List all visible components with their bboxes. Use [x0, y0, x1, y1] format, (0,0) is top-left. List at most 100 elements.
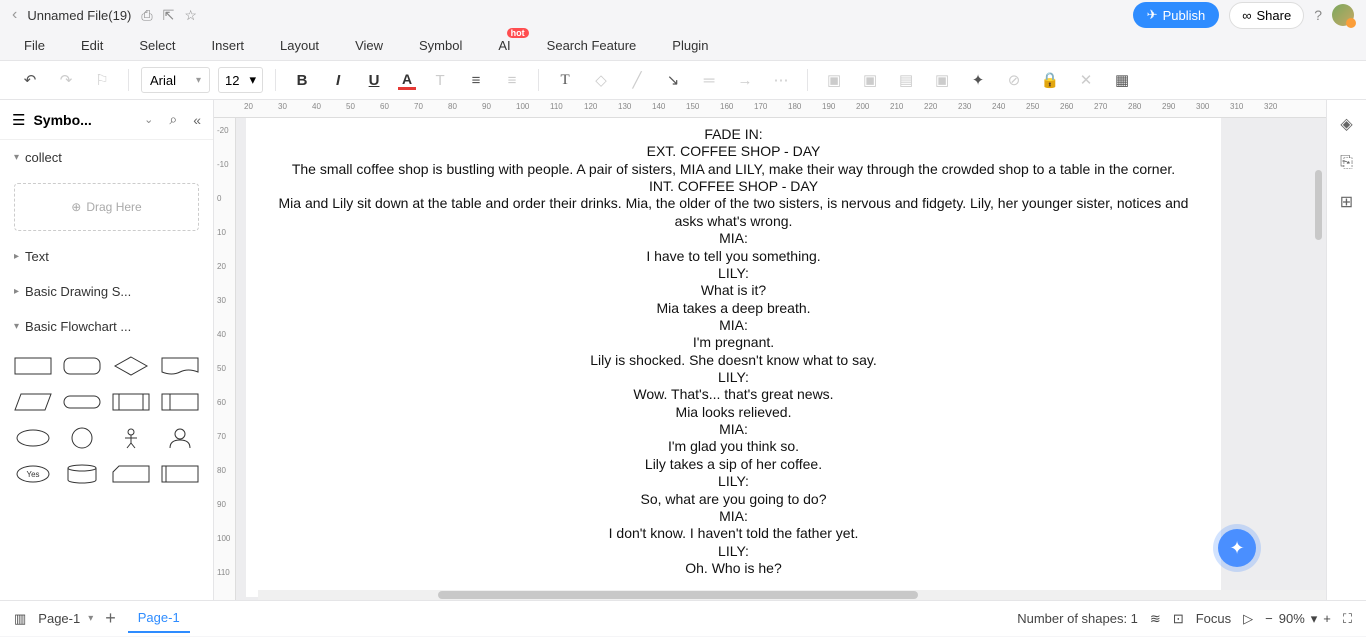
grid-panel-icon[interactable]: ⊞: [1340, 192, 1353, 212]
shape-diamond[interactable]: [111, 352, 152, 380]
plus-icon: ⊕: [71, 200, 81, 214]
ai-assistant-button[interactable]: ✦: [1218, 529, 1256, 567]
sidebar-section-collect[interactable]: ▾collect: [0, 140, 213, 175]
shape-rect[interactable]: [12, 352, 53, 380]
underline-button[interactable]: U: [360, 66, 388, 94]
lock-off-button[interactable]: ⊘: [1000, 66, 1028, 94]
shape-circle[interactable]: [61, 424, 102, 452]
style-panel-icon[interactable]: ◈: [1340, 114, 1352, 134]
doc-line: Mia looks relieved.: [276, 404, 1191, 421]
star-icon[interactable]: ☆: [184, 7, 197, 24]
line-color-button[interactable]: ╱: [623, 66, 651, 94]
align-button[interactable]: ▣: [820, 66, 848, 94]
view-mode-icon[interactable]: ▥: [14, 611, 26, 627]
back-icon[interactable]: ‹: [12, 6, 17, 24]
font-size-select[interactable]: 12▾: [218, 67, 263, 93]
shape-round-rect[interactable]: [61, 352, 102, 380]
italic-button[interactable]: I: [324, 66, 352, 94]
sidebar-section-basic-drawing[interactable]: ▸Basic Drawing S...: [0, 274, 213, 309]
doc-line: I'm glad you think so.: [276, 438, 1191, 455]
flip-button[interactable]: ▣: [928, 66, 956, 94]
play-icon[interactable]: ▷: [1243, 611, 1253, 627]
page-tab[interactable]: Page-1: [128, 604, 190, 633]
collapse-icon[interactable]: «: [193, 112, 201, 128]
sidebar-section-basic-flowchart[interactable]: ▾Basic Flowchart ...: [0, 309, 213, 344]
menu-view[interactable]: View: [355, 38, 383, 53]
zoom-level[interactable]: 90%: [1279, 611, 1305, 626]
menu-layout[interactable]: Layout: [280, 38, 319, 53]
horizontal-scrollbar[interactable]: [258, 590, 1326, 600]
shape-card[interactable]: [111, 460, 152, 488]
shape-subprocess[interactable]: [160, 460, 201, 488]
doc-line: Mia and Lily sit down at the table and o…: [276, 195, 1191, 230]
fill-button[interactable]: ◇: [587, 66, 615, 94]
connector-button[interactable]: ↘: [659, 66, 687, 94]
canvas[interactable]: FADE IN: EXT. COFFEE SHOP - DAY The smal…: [236, 118, 1326, 600]
align-center-button[interactable]: ≡: [498, 66, 526, 94]
menu-plugin[interactable]: Plugin: [672, 38, 708, 53]
text-size-button[interactable]: T: [426, 66, 454, 94]
help-icon[interactable]: ?: [1314, 7, 1322, 23]
line-weight-button[interactable]: ═: [695, 66, 723, 94]
bold-button[interactable]: B: [288, 66, 316, 94]
shape-parallelogram[interactable]: [12, 388, 53, 416]
export-icon[interactable]: ⇱: [163, 7, 175, 24]
font-color-button[interactable]: A: [396, 71, 418, 90]
menu-search[interactable]: Search Feature: [547, 38, 637, 53]
page-select[interactable]: Page-1▾: [38, 611, 93, 626]
sidebar-section-text[interactable]: ▸Text: [0, 239, 213, 274]
shape-user[interactable]: [160, 424, 201, 452]
vertical-scrollbar[interactable]: [1315, 170, 1322, 240]
fullscreen-icon[interactable]: ⛶: [1343, 611, 1352, 627]
arrow-style-button[interactable]: →: [731, 66, 759, 94]
shape-predefined[interactable]: [111, 388, 152, 416]
menu-edit[interactable]: Edit: [81, 38, 103, 53]
shape-cylinder[interactable]: [61, 460, 102, 488]
focus-label[interactable]: Focus: [1196, 611, 1231, 626]
doc-line: What is it?: [276, 282, 1191, 299]
effects-button[interactable]: ✦: [964, 66, 992, 94]
tools-button[interactable]: ✕: [1072, 66, 1100, 94]
zoom-out-button[interactable]: −: [1265, 611, 1273, 626]
menu-ai[interactable]: AIhot: [498, 38, 510, 53]
line-style-button[interactable]: ⋯: [767, 66, 795, 94]
menu-select[interactable]: Select: [139, 38, 175, 53]
font-select[interactable]: Arial▾: [141, 67, 210, 93]
doc-line: MIA:: [276, 421, 1191, 438]
focus-icon[interactable]: ⊡: [1173, 611, 1184, 627]
save-icon[interactable]: ⎙: [141, 7, 152, 24]
menu-insert[interactable]: Insert: [212, 38, 245, 53]
shape-document[interactable]: [160, 352, 201, 380]
align-left-button[interactable]: ≡: [462, 66, 490, 94]
layout-button[interactable]: ▦: [1108, 66, 1136, 94]
doc-line: FADE IN:: [276, 126, 1191, 143]
menu-symbol[interactable]: Symbol: [419, 38, 462, 53]
shape-capsule[interactable]: [61, 388, 102, 416]
distribute-button[interactable]: ▤: [892, 66, 920, 94]
drag-target[interactable]: ⊕Drag Here: [14, 183, 199, 231]
chevron-down-icon[interactable]: ⌄: [144, 113, 153, 126]
group-button[interactable]: ▣: [856, 66, 884, 94]
shape-internal[interactable]: [160, 388, 201, 416]
share-button[interactable]: ∞Share: [1229, 2, 1304, 29]
publish-button[interactable]: ✈Publish: [1133, 2, 1220, 28]
add-page-button[interactable]: +: [105, 608, 116, 629]
text-tool-button[interactable]: T: [551, 66, 579, 94]
layers-icon[interactable]: ≋: [1150, 611, 1161, 627]
zoom-in-button[interactable]: +: [1323, 611, 1331, 626]
lock-button[interactable]: 🔒: [1036, 66, 1064, 94]
search-icon[interactable]: ⌕: [169, 111, 177, 128]
shape-yes[interactable]: Yes: [12, 460, 53, 488]
doc-line: MIA:: [276, 317, 1191, 334]
menu-file[interactable]: File: [24, 38, 45, 53]
shape-ellipse[interactable]: [12, 424, 53, 452]
format-painter-button[interactable]: ⚐: [88, 66, 116, 94]
avatar[interactable]: [1332, 4, 1354, 26]
doc-line: So, what are you going to do?: [276, 491, 1191, 508]
document-page[interactable]: FADE IN: EXT. COFFEE SHOP - DAY The smal…: [246, 118, 1221, 597]
export-panel-icon[interactable]: ⎘: [1340, 154, 1353, 172]
library-icon[interactable]: ☰: [12, 111, 25, 129]
redo-button[interactable]: ↷: [52, 66, 80, 94]
undo-button[interactable]: ↶: [16, 66, 44, 94]
shape-person[interactable]: [111, 424, 152, 452]
